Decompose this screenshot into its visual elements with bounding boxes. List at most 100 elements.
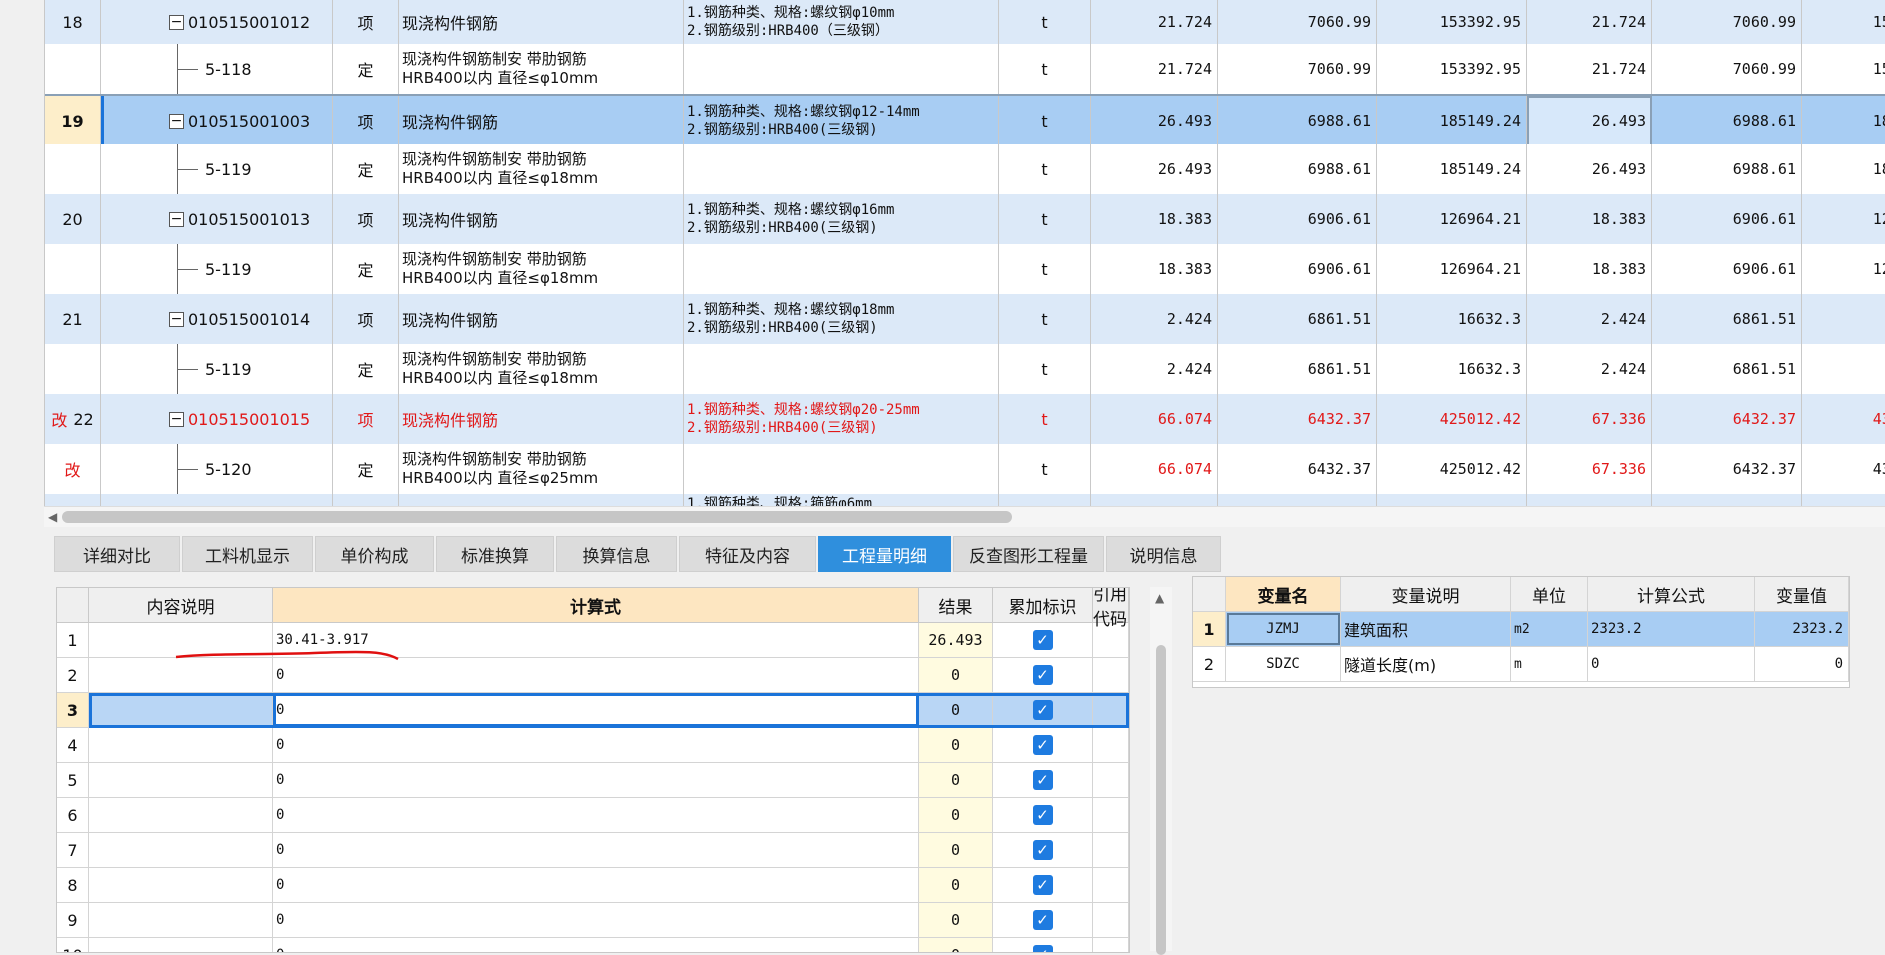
feature-cell[interactable]	[684, 44, 999, 94]
p2-cell[interactable]: 6988.61	[1652, 144, 1802, 194]
accumulate-cell[interactable]: ✓	[993, 798, 1093, 832]
tab-5[interactable]: 特征及内容	[679, 536, 816, 572]
variable-row[interactable]: 2 SDZC 隧道长度(m) m 0 0	[1193, 647, 1849, 682]
accumulate-cell[interactable]: ✓	[993, 728, 1093, 762]
row-number-cell[interactable]: 9	[57, 903, 89, 937]
name-cell[interactable]: 现浇构件钢筋制安 带肋钢筋 HRB400以内 直径≤φ25mm	[399, 444, 684, 494]
p2-cell[interactable]: 6861.51	[1652, 294, 1802, 344]
feature-cell[interactable]: 1.钢筋种类、规格:螺纹钢φ12-14mm 2.钢筋级别:HRB400(三级钢)	[684, 96, 999, 146]
unit-cell[interactable]	[999, 494, 1091, 506]
collapse-toggle-icon[interactable]: −	[169, 311, 184, 327]
name-cell[interactable]	[399, 494, 684, 506]
bill-row[interactable]: 1.钢筋种类、规格:箍筋φ6mm	[45, 494, 1885, 506]
q2-cell[interactable]: 2.424	[1527, 344, 1652, 394]
code-cell[interactable]: 5-119	[157, 344, 333, 394]
desc-cell[interactable]	[89, 833, 273, 867]
ref-code-cell[interactable]	[1093, 658, 1129, 692]
accumulate-checkbox[interactable]: ✓	[1032, 630, 1053, 650]
t1-cell[interactable]: 16632.3	[1377, 294, 1527, 344]
p1-cell[interactable]: 6861.51	[1218, 294, 1377, 344]
code-cell[interactable]: 5-119	[157, 144, 333, 194]
ref-code-cell[interactable]	[1093, 868, 1129, 902]
var-desc-cell[interactable]: 建筑面积	[1341, 612, 1511, 646]
q2-cell[interactable]: 21.724	[1527, 0, 1652, 44]
tab-6[interactable]: 工程量明细	[818, 536, 951, 572]
vertical-scrollbar[interactable]: ▲	[1150, 587, 1172, 955]
variable-row[interactable]: 1 JZMJ 建筑面积 m2 2323.2 2323.2	[1193, 612, 1849, 647]
formula-cell[interactable]: 0	[273, 693, 919, 727]
p1-cell[interactable]: 7060.99	[1218, 0, 1377, 44]
desc-cell[interactable]	[89, 798, 273, 832]
accumulate-cell[interactable]: ✓	[993, 868, 1093, 902]
accumulate-cell[interactable]: ✓	[993, 833, 1093, 867]
accumulate-checkbox[interactable]: ✓	[1032, 665, 1053, 685]
tab-0[interactable]: 详细对比	[54, 536, 180, 572]
feature-cell[interactable]: 1.钢筋种类、规格:螺纹钢φ10mm 2.钢筋级别:HRB400（三级钢）	[684, 0, 999, 44]
bill-row[interactable]: 19−010515001003 项现浇构件钢筋 1.钢筋种类、规格:螺纹钢φ12-1…	[45, 94, 1885, 148]
t1-cell[interactable]: 185149.24	[1377, 96, 1527, 146]
accumulate-cell[interactable]: ✓	[993, 903, 1093, 937]
bill-row[interactable]: 18−010515001012 项现浇构件钢筋 1.钢筋种类、规格:螺纹钢φ10mm…	[45, 0, 1885, 45]
collapse-toggle-icon[interactable]: −	[169, 14, 184, 30]
calc-row[interactable]: 9 0 0 ✓	[57, 903, 1129, 938]
row-number-cell[interactable]	[45, 244, 101, 294]
code-cell[interactable]: −010515001014	[165, 294, 333, 344]
calc-row[interactable]: 5 0 0 ✓	[57, 763, 1129, 798]
t2-cell[interactable]: 126964.	[1802, 244, 1885, 294]
unit-cell[interactable]: t	[999, 44, 1091, 94]
calc-row[interactable]: 6 0 0 ✓	[57, 798, 1129, 833]
desc-column-header[interactable]: 内容说明	[89, 588, 273, 623]
accumulate-checkbox[interactable]: ✓	[1032, 945, 1053, 952]
q2-cell[interactable]: 67.336	[1527, 394, 1652, 444]
accumulate-checkbox[interactable]: ✓	[1032, 840, 1053, 860]
p1-cell[interactable]	[1218, 494, 1377, 506]
feature-cell[interactable]: 1.钢筋种类、规格:螺纹钢φ18mm 2.钢筋级别:HRB400(三级钢)	[684, 294, 999, 344]
q1-cell[interactable]: 26.493	[1091, 96, 1218, 146]
p2-cell[interactable]	[1652, 494, 1802, 506]
unit-cell[interactable]: t	[999, 0, 1091, 44]
row-number-cell[interactable]: 5	[57, 763, 89, 797]
type-cell[interactable]: 项	[333, 294, 399, 344]
code-cell[interactable]: 5-120	[157, 444, 333, 494]
row-number-cell[interactable]: 4	[57, 728, 89, 762]
p1-cell[interactable]: 6988.61	[1218, 96, 1377, 146]
q2-cell[interactable]: 21.724	[1527, 44, 1652, 94]
row-number-cell[interactable]: 18	[45, 0, 101, 44]
feature-cell[interactable]: 1.钢筋种类、规格:螺纹钢φ16mm 2.钢筋级别:HRB400(三级钢)	[684, 194, 999, 244]
bill-row[interactable]: 改 5-120 定现浇构件钢筋制安 带肋钢筋 HRB400以内 直径≤φ25mm t 66…	[45, 444, 1885, 495]
calc-row[interactable]: 7 0 0 ✓	[57, 833, 1129, 868]
type-cell[interactable]: 项	[333, 0, 399, 44]
unit-cell[interactable]: t	[999, 96, 1091, 146]
row-number-cell[interactable]	[45, 344, 101, 394]
tab-2[interactable]: 单价构成	[315, 536, 434, 572]
bill-list-grid[interactable]: 18−010515001012 项现浇构件钢筋 1.钢筋种类、规格:螺纹钢φ10mm…	[44, 0, 1885, 506]
code-cell[interactable]: −010515001013	[165, 194, 333, 244]
p2-cell[interactable]: 7060.99	[1652, 0, 1802, 44]
p2-cell[interactable]: 6432.37	[1652, 394, 1802, 444]
type-cell[interactable]: 定	[333, 344, 399, 394]
ref-code-column-header[interactable]: 引用代码	[1093, 588, 1129, 630]
var-formula-cell[interactable]: 2323.2	[1588, 612, 1755, 646]
ref-code-cell[interactable]	[1093, 693, 1129, 727]
p2-cell[interactable]: 6861.51	[1652, 344, 1802, 394]
tab-1[interactable]: 工料机显示	[182, 536, 313, 572]
unit-cell[interactable]: t	[999, 144, 1091, 194]
formula-cell[interactable]: 0	[273, 868, 919, 902]
bill-row[interactable]: 5-119 定现浇构件钢筋制安 带肋钢筋 HRB400以内 直径≤φ18mm t 2.4…	[45, 344, 1885, 395]
var-formula-cell[interactable]: 0	[1588, 647, 1755, 681]
formula-cell[interactable]: 0	[273, 728, 919, 762]
bill-row[interactable]: 5-119 定现浇构件钢筋制安 带肋钢筋 HRB400以内 直径≤φ18mm t 18.…	[45, 244, 1885, 295]
unit-cell[interactable]: t	[999, 194, 1091, 244]
t2-cell[interactable]: 16632	[1802, 294, 1885, 344]
q2-cell[interactable]: 18.383	[1527, 244, 1652, 294]
t2-cell[interactable]: 126964.	[1802, 194, 1885, 244]
scroll-left-icon[interactable]: ◀	[48, 510, 57, 524]
ref-code-cell[interactable]	[1093, 903, 1129, 937]
var-formula-header[interactable]: 计算公式	[1588, 577, 1755, 611]
type-cell[interactable]: 项	[333, 96, 399, 146]
t1-cell[interactable]: 126964.21	[1377, 194, 1527, 244]
desc-cell[interactable]	[89, 903, 273, 937]
p1-cell[interactable]: 6432.37	[1218, 444, 1377, 494]
unit-cell[interactable]: t	[999, 294, 1091, 344]
t2-cell[interactable]: 185149.	[1802, 144, 1885, 194]
